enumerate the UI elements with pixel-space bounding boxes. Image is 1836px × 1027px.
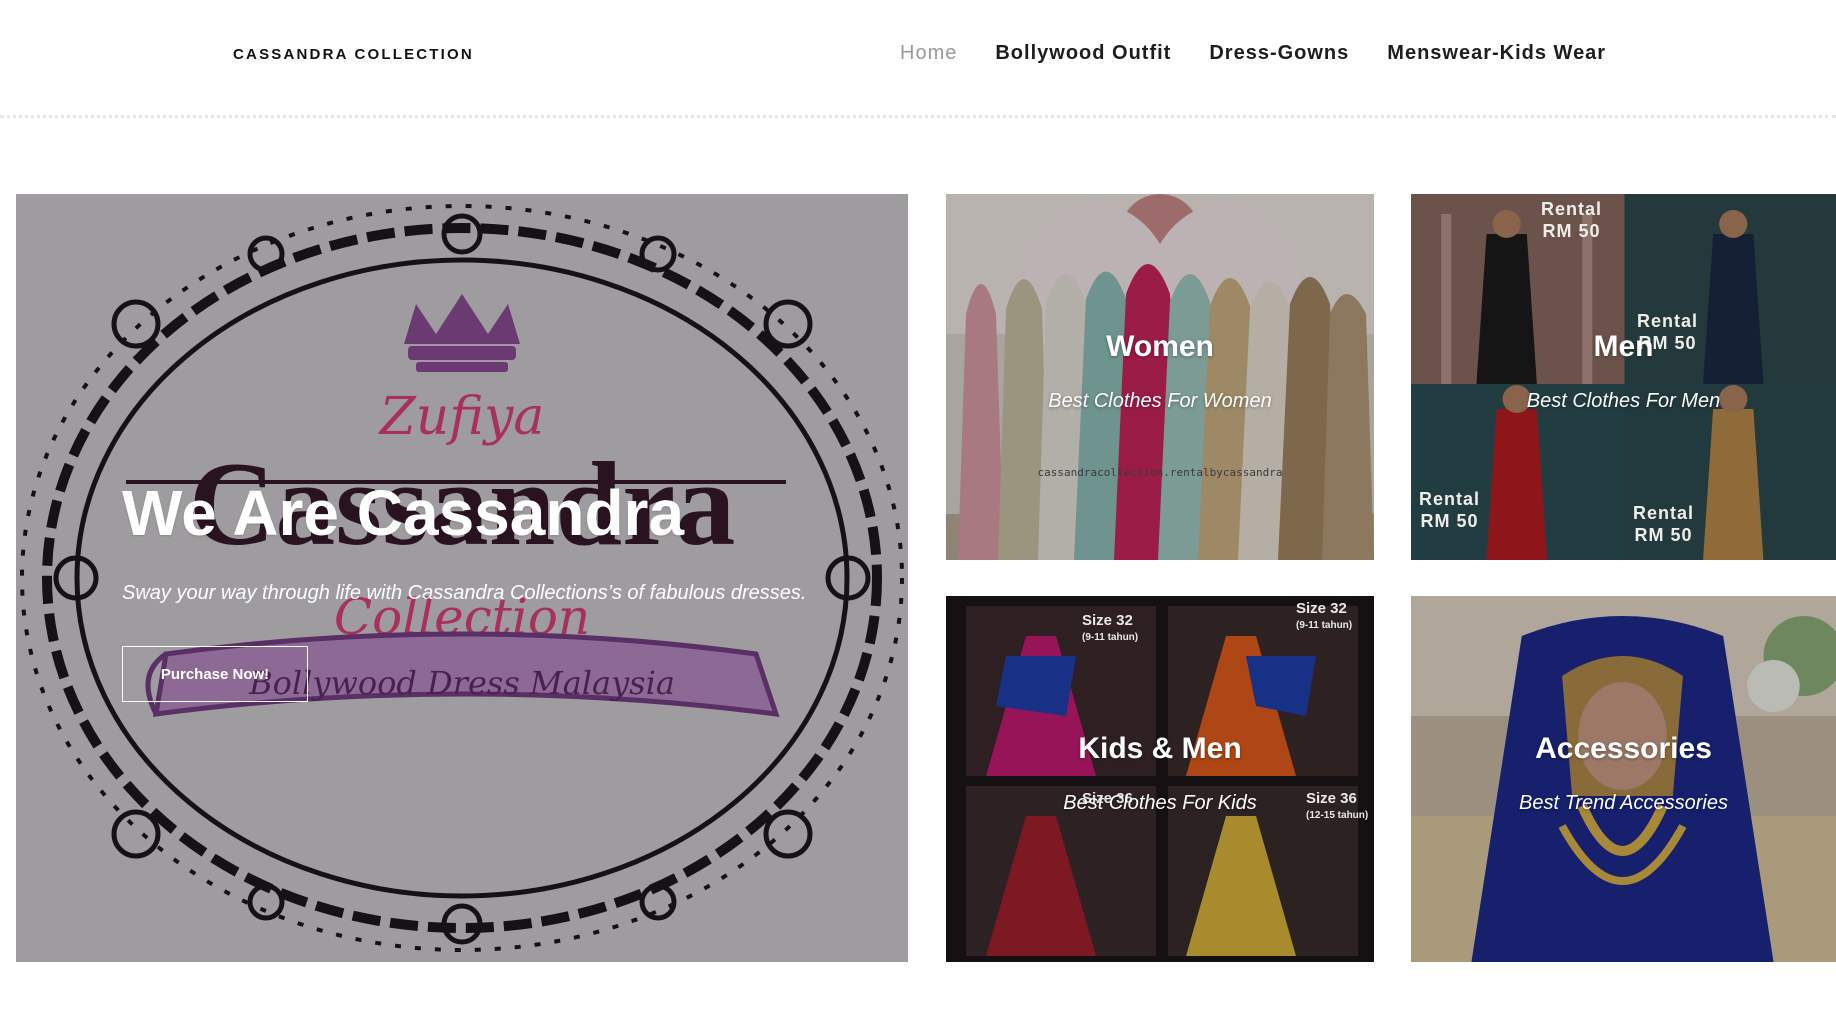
site-logo[interactable]: CASSANDRA COLLECTION: [233, 46, 474, 63]
women-tile-subtitle: Best Clothes For Women: [1048, 390, 1272, 412]
cassandra-logo-art: Zufiya Cassandra Collection Bollywood Dr…: [20, 204, 904, 952]
category-tile-kids-men[interactable]: Size 32 (9-11 tahun) Size 32 (9-11 tahun) …: [946, 596, 1374, 962]
women-watermark: cassandracollection.rentalbycassandra: [1037, 466, 1283, 479]
category-tile-women[interactable]: Women Best Clothes For Women cassandraco…: [946, 194, 1374, 560]
accessories-tile-overlay: [1411, 596, 1836, 962]
men-tile-subtitle: Best Clothes For Men: [1526, 390, 1721, 412]
purchase-now-button[interactable]: Purchase Now!: [122, 646, 308, 702]
women-tile-overlay: [946, 194, 1374, 560]
men-tile-title: Men: [1593, 330, 1654, 363]
rental-badge-1: Rental RM 50: [1541, 199, 1603, 241]
logo-ribbon-text: Bollywood Dress Malaysia: [248, 664, 675, 702]
kids-tile-overlay: [946, 596, 1374, 962]
nav-menswear-kids-wear[interactable]: Menswear-Kids Wear: [1387, 42, 1606, 65]
women-tile-title: Women: [1106, 330, 1214, 363]
kids-tile-title: Kids & Men: [1078, 732, 1242, 765]
rental-badge-4: Rental RM 50: [1633, 503, 1695, 545]
nav-home[interactable]: Home: [900, 42, 957, 65]
kids-tile-subtitle: Best Clothes For Kids: [1063, 792, 1257, 814]
category-tile-men[interactable]: Rental RM 50 Rental RM 50 Rental RM 50 Rent…: [1411, 194, 1836, 560]
nav-dress-gowns[interactable]: Dress-Gowns: [1209, 42, 1349, 65]
size-label-2: Size 32 (9-11 tahun): [1296, 600, 1353, 631]
size-label-1: Size 32 (9-11 tahun): [1082, 612, 1139, 643]
accessories-tile-title: Accessories: [1535, 732, 1712, 765]
hero-banner: Zufiya Cassandra Collection Bollywood Dr…: [16, 194, 908, 962]
category-tile-accessories[interactable]: Accessories Best Trend Accessories: [1411, 596, 1836, 962]
hero-title: We Are Cassandra: [122, 477, 685, 549]
nav-bollywood-outfit[interactable]: Bollywood Outfit: [995, 42, 1171, 65]
accessories-tile-subtitle: Best Trend Accessories: [1519, 792, 1728, 814]
page: CASSANDRA COLLECTION Home Bollywood Outf…: [0, 0, 1836, 1027]
site-header: CASSANDRA COLLECTION Home Bollywood Outf…: [0, 0, 1836, 118]
rental-badge-3: Rental RM 50: [1419, 489, 1481, 531]
hero-subtitle: Sway your way through life with Cassandr…: [122, 582, 807, 604]
main-nav: Home Bollywood Outfit Dress-Gowns Menswe…: [900, 42, 1606, 65]
